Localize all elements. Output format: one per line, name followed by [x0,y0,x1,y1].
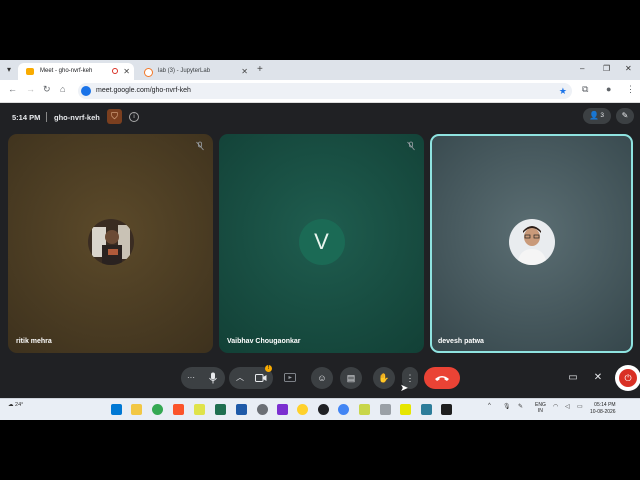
site-info-icon[interactable] [81,86,91,96]
host-controls-icon[interactable]: ⛉ [107,109,122,124]
people-count: 3 [600,112,604,119]
brave-icon[interactable] [173,404,184,415]
lang-line2: IN [537,408,543,414]
app-icon[interactable] [257,404,268,415]
speaker-icon[interactable]: ◁ [565,403,570,410]
address-bar[interactable]: meet.google.com/gho-nvrf-keh ★ [78,83,572,99]
chrome-icon[interactable] [152,404,163,415]
profile-avatar-icon[interactable]: ● [606,84,611,94]
url-text: meet.google.com/gho-nvrf-keh [96,87,191,94]
meeting-info-icon[interactable]: i [129,112,139,122]
file-explorer-icon[interactable] [131,404,142,415]
app-icon[interactable] [297,404,308,415]
captions-icon[interactable]: ▤ [340,367,362,389]
app-icon[interactable] [338,404,349,415]
system-clock[interactable]: 05:14 PM 10-08-2026 [590,402,616,416]
menu-kebab-icon[interactable]: ⋮ [626,84,635,95]
windows-taskbar: ☁ 24° ^ 🎙 ✎ ENG IN ◠ ◁ ▭ 05:14 PM 10-08-… [0,398,640,420]
clock-date: 10-08-2026 [590,409,616,415]
minimize-button[interactable]: – [580,64,584,73]
close-tab-icon[interactable]: ✕ [241,63,248,80]
participant-name: devesh patwa [438,338,484,345]
close-window-button[interactable]: ✕ [625,64,632,73]
tab-meet-label: Meet - gho-nvrf-keh [40,68,93,74]
participant-name: Vaibhav Chougaonkar [227,338,301,345]
meeting-code: gho-nvrf-keh [54,113,100,122]
mic-group: ··· [181,367,225,389]
visual-effects-icon[interactable]: ✎ [616,108,634,124]
participant-tile-devesh[interactable]: devesh patwa [430,134,633,353]
mic-icon[interactable] [208,372,218,384]
mouse-cursor-icon: ➤ [400,383,409,394]
app-icon[interactable] [215,404,226,415]
muted-mic-icon [407,141,415,151]
tab-jupyter-label: lab (3) - JupyterLab [158,68,211,74]
maximize-button[interactable]: ❐ [603,64,610,73]
camera-group: ︿ ! [229,365,273,389]
emoji-reaction-icon[interactable]: ☺ [311,367,333,389]
app-icon[interactable] [359,404,370,415]
start-menu-icon[interactable] [111,404,122,415]
participant-initial-avatar: V [298,218,345,265]
extensions-icon[interactable]: ⧉ [582,84,588,95]
participant-avatar [87,218,134,265]
reload-icon[interactable]: ↻ [43,84,51,95]
new-tab-button[interactable]: + [257,63,263,77]
muted-mic-icon [196,141,204,151]
app-icon[interactable] [380,404,391,415]
tab-jupyterlab[interactable]: lab (3) - JupyterLab ✕ [136,63,252,80]
chat-icon[interactable]: ▭ [566,371,580,385]
meeting-time: 5:14 PM [12,113,41,122]
app-icon[interactable] [277,404,288,415]
browser-tabstrip: ▾ Meet - gho-nvrf-keh ✕ lab (3) - Jupyte… [0,60,640,80]
recording-icon: ⏻ [619,369,637,387]
tab-meet[interactable]: Meet - gho-nvrf-keh ✕ [18,63,134,80]
more-audio-options-button[interactable]: ··· [187,367,195,389]
jupyter-favicon-icon [144,68,153,77]
wifi-icon[interactable]: ◠ [553,403,558,410]
camera-warning-badge: ! [265,365,272,372]
close-tab-icon[interactable]: ✕ [123,63,130,80]
raise-hand-icon[interactable]: ✋ [373,367,395,389]
end-call-button[interactable] [424,367,460,389]
tab-search-dropdown-icon[interactable]: ▾ [3,64,15,76]
notes-app-icon[interactable] [194,404,205,415]
app-icon[interactable] [236,404,247,415]
language-indicator[interactable]: ENG IN [535,402,546,414]
battery-icon[interactable]: ▭ [577,403,583,410]
screen: ▾ Meet - gho-nvrf-keh ✕ lab (3) - Jupyte… [0,60,640,420]
tray-chevron-up-icon[interactable]: ^ [488,403,491,409]
weather-widget[interactable]: ☁ 24° [8,402,23,408]
app-icon[interactable] [400,404,411,415]
browser-toolbar: ← → ↻ ⌂ meet.google.com/gho-nvrf-keh ★ ⧉… [0,80,640,103]
back-icon[interactable]: ← [8,84,17,94]
present-screen-icon[interactable] [279,367,301,389]
phone-hangup-icon [435,376,449,381]
people-button[interactable]: 👤 3 [583,108,611,124]
participant-avatar [508,218,555,265]
divider [46,112,47,122]
participant-tile-ritik[interactable]: ritik mehra [8,134,213,353]
recording-button[interactable]: ⏻ [615,365,640,391]
bookmark-star-icon[interactable]: ★ [559,83,567,99]
terminal-icon[interactable] [441,404,452,415]
home-icon[interactable]: ⌂ [60,84,65,94]
camera-icon[interactable] [255,373,267,383]
participant-tile-vaibhav[interactable]: V Vaibhav Chougaonkar [219,134,424,353]
tray-pen-icon[interactable]: ✎ [518,403,523,410]
meet-area: 5:14 PM gho-nvrf-keh ⛉ i 👤 3 ✎ ritik meh… [0,103,640,398]
participant-name: ritik mehra [16,338,52,345]
clock-time: 05:14 PM [594,402,616,408]
activities-icon[interactable]: ✕ [591,371,605,385]
chevron-up-icon[interactable]: ︿ [236,367,244,389]
recording-indicator-icon [112,68,118,74]
app-icon[interactable] [421,404,432,415]
app-icon[interactable] [318,404,329,415]
forward-icon[interactable]: → [26,84,35,94]
weather-temp: 24° [15,402,24,408]
meet-favicon-icon [26,68,34,75]
tray-mic-icon[interactable]: 🎙 [503,403,511,410]
people-icon: 👤 [589,111,599,120]
